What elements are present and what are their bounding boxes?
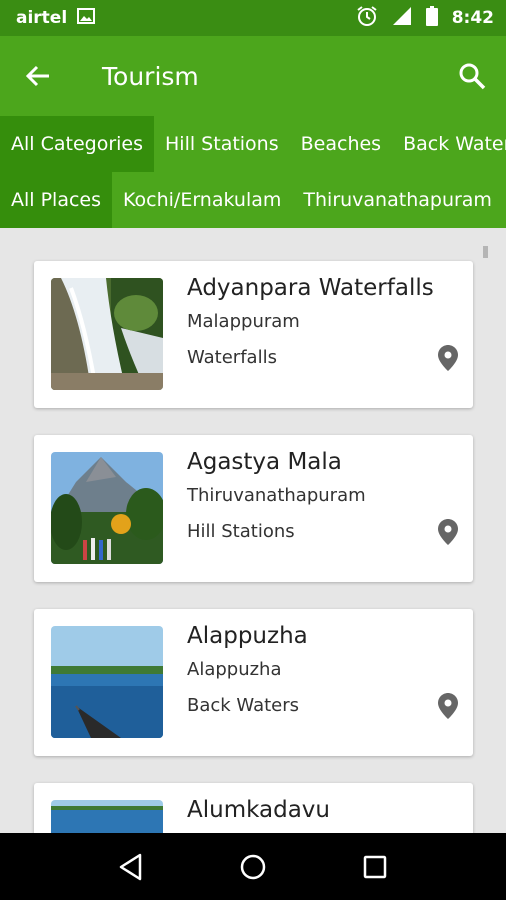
nav-recents-button[interactable] [355, 847, 395, 887]
back-button[interactable] [6, 36, 70, 116]
place-card[interactable]: Adyanpara Waterfalls Malappuram Waterfal… [34, 261, 473, 408]
page-title: Tourism [102, 61, 199, 91]
place-location: Alappuzha [187, 659, 282, 680]
place-name: Alumkadavu [187, 797, 330, 823]
location-pin-icon[interactable] [438, 345, 458, 371]
search-button[interactable] [440, 36, 504, 116]
place-category: Back Waters [187, 695, 300, 716]
tab-all-categories[interactable]: All Categories [0, 116, 155, 172]
place-name: Adyanpara Waterfalls [187, 275, 434, 301]
triangle-back-icon [119, 853, 142, 880]
tab-hill-stations[interactable]: Hill Stations [154, 116, 290, 172]
place-category: Waterfalls [187, 347, 277, 368]
image-notification-icon [77, 7, 96, 29]
circle-home-icon [240, 854, 266, 879]
clock-time: 8:42 [451, 8, 494, 28]
nav-home-button[interactable] [233, 847, 273, 887]
tab-all-places[interactable]: All Places [0, 172, 113, 228]
place-name: Alappuzha [187, 623, 308, 649]
tab-beaches[interactable]: Beaches [290, 116, 392, 172]
arrow-left-icon [25, 65, 49, 87]
place-card[interactable]: Agastya Mala Thiruvanathapuram Hill Stat… [34, 435, 473, 582]
app-bar: Tourism [0, 36, 506, 116]
location-pin-icon[interactable] [438, 519, 458, 545]
alarm-icon [356, 5, 378, 32]
place-card[interactable]: Alumkadavu [34, 783, 473, 833]
carrier-label: airtel [16, 8, 68, 28]
place-thumbnail [51, 278, 163, 390]
place-card[interactable]: Alappuzha Alappuzha Back Waters [34, 609, 473, 756]
place-location: Malappuram [187, 311, 300, 332]
square-recents-icon [363, 855, 387, 878]
status-bar: airtel 8:42 [0, 0, 506, 36]
place-thumbnail [51, 452, 163, 564]
place-thumbnail [51, 626, 163, 738]
tab-thiruvanathapuram[interactable]: Thiruvanathapuram [292, 172, 503, 228]
system-nav-bar [0, 833, 506, 900]
place-category: Hill Stations [187, 521, 295, 542]
place-name: Agastya Mala [187, 449, 342, 475]
search-icon [459, 63, 486, 90]
places-list[interactable]: Adyanpara Waterfalls Malappuram Waterfal… [0, 228, 506, 833]
category-tab-bar: All Categories Hill Stations Beaches Bac… [0, 116, 506, 172]
place-tab-bar: All Places Kochi/Ernakulam Thiruvanathap… [0, 172, 506, 228]
scrollbar[interactable] [483, 246, 488, 258]
tab-back-waters[interactable]: Back Waters [392, 116, 506, 172]
place-thumbnail [51, 800, 163, 833]
nav-back-button[interactable] [111, 847, 151, 887]
location-pin-icon[interactable] [438, 693, 458, 719]
tab-kochi-ernakulam[interactable]: Kochi/Ernakulam [112, 172, 292, 228]
signal-icon [392, 6, 412, 31]
battery-icon [425, 5, 438, 31]
place-location: Thiruvanathapuram [187, 485, 366, 506]
